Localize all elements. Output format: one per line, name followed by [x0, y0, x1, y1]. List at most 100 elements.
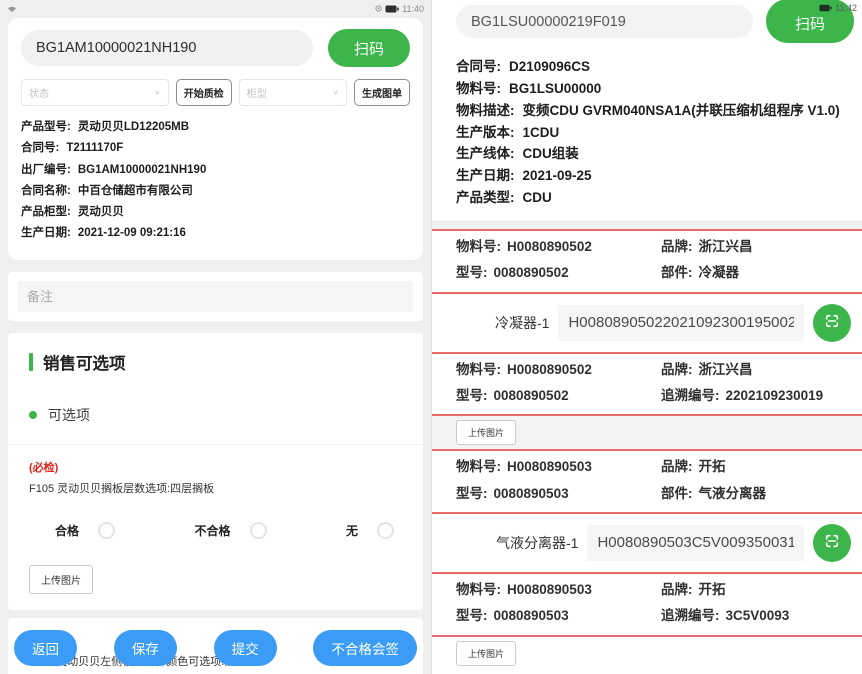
contract-no-line: 合同号: T2111170F — [21, 138, 410, 159]
right-serial-row: 扫码 — [432, 0, 862, 43]
radio-group-none: 无 — [346, 522, 394, 539]
upload-row-separator: 上传图片 — [432, 635, 862, 670]
right-clock: 11:42 — [835, 3, 857, 13]
field-label: 出厂编号: — [21, 164, 71, 176]
status-select-placeholder: 状态 — [29, 85, 49, 100]
product-type-line: 产品类型:CDU — [456, 187, 842, 209]
submit-button[interactable]: 提交 — [214, 630, 277, 666]
sales-options-header: 销售可选项 — [29, 350, 402, 374]
material-desc-line: 物料描述:变频CDU GVRM040NSA1A(并联压缩机组程序 V1.0) — [456, 100, 842, 122]
right-footer: 返回 — [432, 670, 862, 674]
optional-items-row: 可选项 — [29, 405, 402, 425]
radio-fail[interactable] — [250, 522, 267, 539]
divider — [8, 444, 423, 445]
wifi-icon — [7, 5, 17, 13]
field-label: 合同号: — [21, 142, 59, 154]
factory-no-line: 出厂编号: BG1AM10000021NH190 — [21, 160, 410, 181]
part-cell: 部件:冷凝器 — [661, 260, 862, 286]
start-inspection-button[interactable]: 开始质检 — [176, 79, 232, 106]
upload-image-button[interactable]: 上传图片 — [456, 420, 516, 445]
trace-code-input[interactable] — [558, 305, 804, 341]
left-screen: 11:40 扫码 状态 ∨ 开始质检 柜型 ∨ 生成图单 产品型号:灵动贝贝LD… — [0, 0, 431, 674]
battery-icon — [385, 5, 399, 13]
radio-none[interactable] — [377, 522, 394, 539]
material-no-cell: 物料号:H0080890503 — [456, 454, 661, 480]
cabinet-type-select[interactable]: 柜型 ∨ — [239, 79, 347, 106]
field-label: 物料号: — [456, 81, 501, 96]
trace-no-cell: 追溯编号:2202109230019 — [661, 383, 862, 409]
production-date-line: 生产日期:2021-09-25 — [456, 165, 842, 187]
scan-icon — [824, 533, 840, 552]
sales-options-card: 销售可选项 可选项 (必检) F105 灵动贝贝搁板层数选项:四层搁板 合格 不… — [8, 333, 423, 610]
cabinet-type-line: 产品柜型: 灵动贝贝 — [21, 202, 410, 223]
scan-qr-button[interactable] — [813, 524, 851, 562]
right-screen: 11:42 扫码 合同号: D2109096CS 物料号: BG1LSU00000 … — [431, 0, 862, 674]
field-value: D2109096CS — [509, 59, 590, 74]
field-value: 灵动贝贝 — [78, 206, 124, 218]
brand-cell: 品牌:开拓 — [661, 577, 862, 603]
upload-image-button[interactable]: 上传图片 — [456, 641, 516, 666]
check-item-description: F105 灵动贝贝搁板层数选项:四层搁板 — [29, 480, 402, 496]
check-item-f105: (必检) F105 灵动贝贝搁板层数选项:四层搁板 合格 不合格 无 上传图片 — [29, 459, 402, 608]
left-serial-row: 扫码 — [21, 29, 410, 67]
serial-number-input[interactable] — [456, 5, 753, 38]
location-icon — [375, 5, 382, 12]
field-value: 2021-12-09 09:21:16 — [78, 227, 186, 239]
contract-no-line: 合同号: D2109096CS — [456, 56, 842, 78]
scan-code-button[interactable]: 扫码 — [328, 29, 410, 67]
radio-options-row: 合格 不合格 无 — [55, 522, 394, 539]
product-model-line: 产品型号:灵动贝贝LD12205MB — [21, 117, 410, 138]
field-value: 灵动贝贝LD12205MB — [78, 121, 189, 133]
field-value: T2111170F — [66, 142, 123, 154]
upload-row-condenser: 上传图片 — [432, 414, 862, 449]
required-tag: (必检) — [29, 459, 402, 475]
serial-number-input[interactable] — [21, 30, 313, 66]
battery-icon — [819, 4, 832, 12]
field-value: BG1LSU00000 — [509, 81, 601, 96]
production-line-line: 生产线体:CDU组装 — [456, 143, 842, 165]
field-label: 生产日期: — [21, 227, 71, 239]
contract-name-line: 合同名称: 中百仓储超市有限公司 — [21, 181, 410, 202]
field-value: 1CDU — [523, 125, 560, 140]
field-label: 物料描述: — [456, 103, 515, 118]
field-label: 生产版本: — [456, 125, 515, 140]
part-name-label: 气液分离器-1 — [496, 533, 578, 553]
scan-qr-button[interactable] — [813, 304, 851, 342]
radio-label-pass: 合格 — [55, 522, 79, 539]
radio-label-none: 无 — [346, 522, 358, 539]
field-label: 产品类型: — [456, 190, 515, 205]
left-footer-buttons: 返回 保存 提交 不合格会签 — [0, 630, 431, 666]
generate-form-button[interactable]: 生成图单 — [354, 79, 410, 106]
field-label: 生产日期: — [456, 168, 515, 183]
production-date-line: 生产日期: 2021-12-09 09:21:16 — [21, 223, 410, 244]
material-info-list: 合同号: D2109096CS 物料号: BG1LSU00000 物料描述:变频CD… — [432, 43, 862, 221]
left-status-right: 11:40 — [375, 4, 424, 14]
fail-countersign-button[interactable]: 不合格会签 — [313, 630, 417, 666]
status-select[interactable]: 状态 ∨ — [21, 79, 169, 106]
field-value: 中百仓储超市有限公司 — [78, 185, 193, 197]
radio-group-pass: 合格 — [55, 522, 115, 539]
back-button[interactable]: 返回 — [14, 630, 77, 666]
model-no-cell: 型号:0080890502 — [456, 260, 661, 286]
radio-pass[interactable] — [98, 522, 115, 539]
material-no-line: 物料号: BG1LSU00000 — [456, 78, 842, 100]
separator-scan-row: 气液分离器-1 — [432, 512, 862, 572]
field-value: BG1AM10000021NH190 — [78, 164, 207, 176]
save-button[interactable]: 保存 — [114, 630, 177, 666]
field-label: 合同号: — [456, 59, 501, 74]
upload-image-button[interactable]: 上传图片 — [29, 565, 93, 594]
accent-bar — [29, 353, 33, 371]
model-no-cell: 型号:0080890503 — [456, 481, 661, 507]
field-label: 合同名称: — [21, 185, 71, 197]
right-status-bar: 11:42 — [819, 3, 857, 13]
material-no-cell: 物料号:H0080890503 — [456, 577, 661, 603]
trace-no-cell: 追溯编号:3C5V0093 — [661, 603, 862, 629]
part-meta-condenser: 物料号:H0080890502 品牌:浙江兴昌 型号:0080890502 部件… — [432, 229, 862, 292]
field-label: 产品柜型: — [21, 206, 71, 218]
condenser-scan-row: 冷凝器-1 — [432, 292, 862, 352]
remark-input[interactable] — [18, 281, 413, 312]
brand-cell: 品牌:浙江兴昌 — [661, 357, 862, 383]
brand-cell: 品牌:开拓 — [661, 454, 862, 480]
field-label: 生产线体: — [456, 146, 515, 161]
trace-code-input[interactable] — [587, 525, 804, 561]
